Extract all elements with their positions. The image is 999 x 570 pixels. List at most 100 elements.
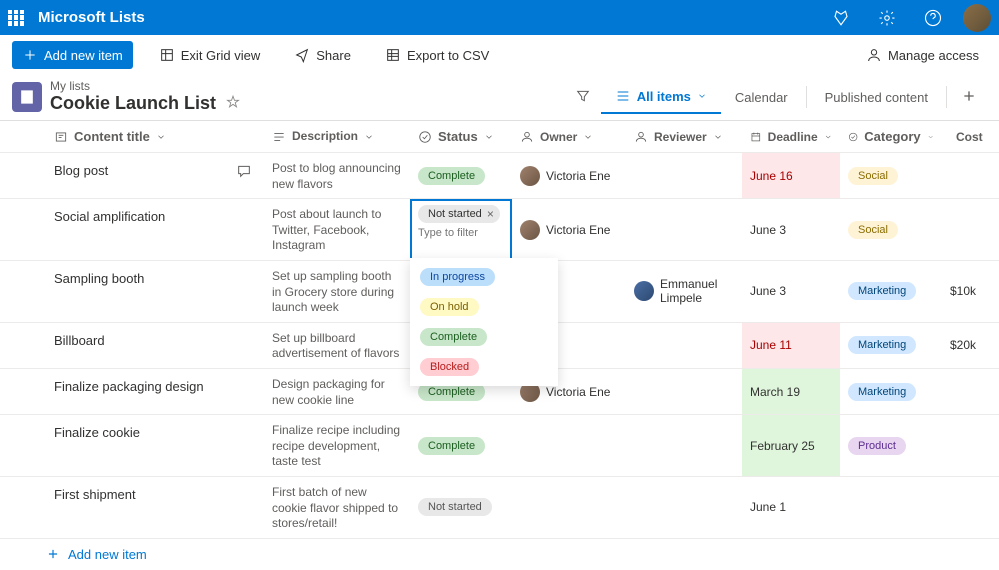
cell-category[interactable]: Product	[840, 415, 942, 476]
breadcrumb[interactable]: My lists	[50, 79, 240, 93]
gear-icon[interactable]	[871, 2, 903, 34]
view-published[interactable]: Published content	[811, 82, 942, 113]
cell-title[interactable]: Finalize packaging design	[46, 369, 264, 414]
cell-title[interactable]: Billboard	[46, 323, 264, 368]
cell-status[interactable]: Not started×In progressOn holdCompleteBl…	[410, 199, 512, 260]
manage-access-button[interactable]: Manage access	[858, 43, 987, 67]
table-row[interactable]: Finalize cookieFinalize recipe including…	[0, 415, 999, 477]
cell-deadline[interactable]: June 16	[742, 153, 840, 198]
owner-name: Victoria Ene	[546, 385, 610, 399]
cell-status[interactable]: Complete	[410, 153, 512, 198]
cell-description[interactable]: Finalize recipe including recipe develop…	[264, 415, 410, 476]
view-all-items[interactable]: All items	[601, 80, 721, 114]
cell-owner[interactable]: Victoria Ene	[512, 153, 626, 198]
cell-description[interactable]: Post about launch to Twitter, Facebook, …	[264, 199, 410, 260]
col-owner[interactable]: Owner	[512, 121, 626, 152]
cell-owner[interactable]: Victoria Ene	[512, 199, 626, 260]
cell-status[interactable]: Complete	[410, 415, 512, 476]
owner-name: Victoria Ene	[546, 169, 610, 183]
row-handle[interactable]	[0, 477, 46, 538]
cell-description[interactable]: Design packaging for new cookie line	[264, 369, 410, 414]
add-view-button[interactable]	[951, 82, 987, 113]
col-reviewer[interactable]: Reviewer	[626, 121, 742, 152]
cell-category[interactable]: Marketing	[840, 369, 942, 414]
share-button[interactable]: Share	[286, 43, 359, 67]
cell-cost[interactable]	[942, 153, 988, 198]
cell-cost[interactable]	[942, 477, 988, 538]
status-option[interactable]: In progress	[410, 262, 558, 292]
cell-description[interactable]: Set up billboard advertisement of flavor…	[264, 323, 410, 368]
col-cost[interactable]: Cost	[942, 121, 988, 152]
cell-reviewer[interactable]	[626, 415, 742, 476]
comment-icon[interactable]	[236, 163, 252, 182]
help-icon[interactable]	[917, 2, 949, 34]
col-deadline[interactable]: Deadline	[742, 121, 840, 152]
premium-icon[interactable]	[825, 2, 857, 34]
export-csv-button[interactable]: Export to CSV	[377, 43, 497, 67]
cell-reviewer[interactable]	[626, 323, 742, 368]
cell-cost[interactable]	[942, 199, 988, 260]
row-handle[interactable]	[0, 369, 46, 414]
row-handle[interactable]	[0, 261, 46, 322]
cell-category[interactable]: Social	[840, 199, 942, 260]
cell-category[interactable]: Marketing	[840, 261, 942, 322]
row-handle[interactable]	[0, 199, 46, 260]
cell-description[interactable]: Set up sampling booth in Grocery store d…	[264, 261, 410, 322]
cell-deadline[interactable]: June 3	[742, 199, 840, 260]
favorite-star-icon[interactable]	[226, 95, 240, 112]
cell-title[interactable]: Social amplification	[46, 199, 264, 260]
cell-deadline[interactable]: March 19	[742, 369, 840, 414]
exit-grid-button[interactable]: Exit Grid view	[151, 43, 268, 67]
remove-chip-icon[interactable]: ×	[487, 207, 494, 221]
cell-owner[interactable]	[512, 415, 626, 476]
status-filter-input[interactable]	[418, 227, 504, 239]
cell-reviewer[interactable]	[626, 199, 742, 260]
app-launcher-icon[interactable]	[8, 10, 24, 26]
col-content-title[interactable]: Content title	[46, 121, 264, 152]
cell-category[interactable]: Marketing	[840, 323, 942, 368]
table-row[interactable]: Social amplification Post about launch to…	[0, 199, 999, 261]
row-handle[interactable]	[0, 153, 46, 198]
cell-deadline[interactable]: June 3	[742, 261, 840, 322]
status-option[interactable]: Complete	[410, 322, 558, 352]
col-status[interactable]: Status	[410, 121, 512, 152]
status-option-pill: In progress	[420, 268, 495, 286]
cell-cost[interactable]	[942, 415, 988, 476]
row-handle[interactable]	[0, 415, 46, 476]
row-handle[interactable]	[0, 323, 46, 368]
view-calendar[interactable]: Calendar	[721, 82, 802, 113]
cell-cost[interactable]: $10k	[942, 261, 988, 322]
add-new-item-button[interactable]: Add new item	[12, 41, 133, 69]
cell-title[interactable]: Sampling booth	[46, 261, 264, 322]
cell-title[interactable]: Blog post	[46, 153, 264, 198]
cell-cost[interactable]: $20k	[942, 323, 988, 368]
col-category[interactable]: Category	[840, 121, 942, 152]
table-row[interactable]: Blog postPost to blog announcing new fla…	[0, 153, 999, 199]
status-option[interactable]: Blocked	[410, 352, 558, 382]
cell-status[interactable]: Not started	[410, 477, 512, 538]
cell-description[interactable]: First batch of new cookie flavor shipped…	[264, 477, 410, 538]
share-label: Share	[316, 48, 351, 63]
add-new-item-row[interactable]: Add new item	[0, 539, 999, 570]
cell-title[interactable]: Finalize cookie	[46, 415, 264, 476]
cell-description[interactable]: Post to blog announcing new flavors	[264, 153, 410, 198]
cell-reviewer[interactable]: Emmanuel Limpele	[626, 261, 742, 322]
cell-deadline[interactable]: June 11	[742, 323, 840, 368]
cell-owner[interactable]	[512, 477, 626, 538]
cell-title[interactable]: First shipment	[46, 477, 264, 538]
cell-category[interactable]: Social	[840, 153, 942, 198]
cell-reviewer[interactable]	[626, 477, 742, 538]
user-avatar[interactable]	[963, 4, 991, 32]
cell-deadline[interactable]: February 25	[742, 415, 840, 476]
col-description[interactable]: Description	[264, 121, 410, 152]
cell-reviewer[interactable]	[626, 369, 742, 414]
cell-reviewer[interactable]	[626, 153, 742, 198]
cell-cost[interactable]	[942, 369, 988, 414]
grid-header-row: Content title Description Status Owner R…	[0, 121, 999, 153]
cell-category[interactable]	[840, 477, 942, 538]
table-row[interactable]: First shipmentFirst batch of new cookie …	[0, 477, 999, 539]
status-option[interactable]: On hold	[410, 292, 558, 322]
row-title-text: Social amplification	[54, 209, 165, 224]
cell-deadline[interactable]: June 1	[742, 477, 840, 538]
filter-icon[interactable]	[565, 82, 601, 113]
